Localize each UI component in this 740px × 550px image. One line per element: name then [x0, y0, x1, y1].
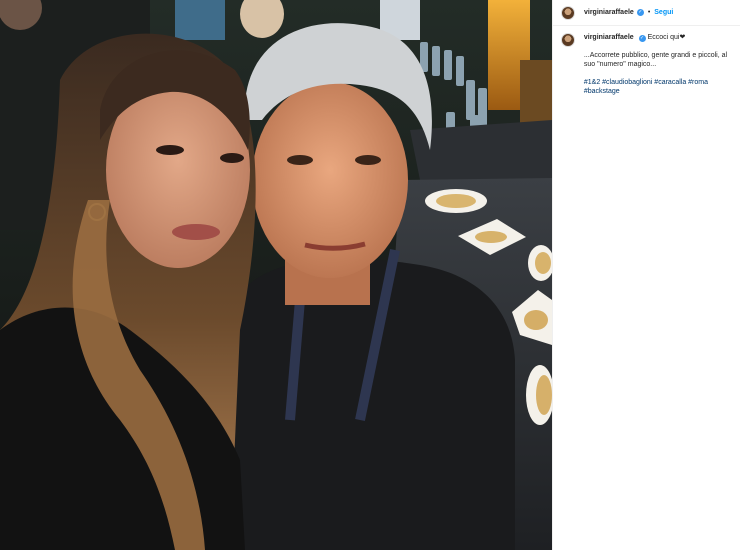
caption-comment: virginiaraffaele ✓ Eccoci qui❤ ...Accorr…	[553, 26, 740, 96]
caption-body: ...Accorrete pubblico, gente grandi e pi…	[583, 52, 728, 68]
caption-verified-badge-icon: ✓	[638, 35, 646, 42]
selfie-photo-illustration	[0, 0, 552, 550]
follow-button[interactable]: Segui	[654, 9, 673, 16]
username-link[interactable]: virginiaraffaele	[584, 9, 634, 16]
avatar[interactable]	[561, 5, 575, 20]
caption-username-link[interactable]: virginiaraffaele	[584, 34, 634, 41]
post-header: virginiaraffaele ✓ • Segui	[553, 0, 740, 26]
caption-avatar[interactable]	[561, 33, 575, 47]
separator-dot: •	[647, 9, 651, 16]
post-photo[interactable]	[0, 0, 552, 550]
caption-hashtags[interactable]: #1&2 #claudiobaglioni #caracalla #roma #…	[584, 78, 732, 96]
instagram-post: virginiaraffaele ✓ • Segui virginiaraffa…	[0, 0, 740, 550]
caption-text: virginiaraffaele ✓ Eccoci qui❤ ...Accorr…	[584, 33, 732, 96]
post-side-panel: virginiaraffaele ✓ • Segui virginiaraffa…	[552, 0, 740, 550]
caption-title: Eccoci qui❤	[647, 34, 686, 41]
verified-badge-icon: ✓	[636, 9, 644, 16]
